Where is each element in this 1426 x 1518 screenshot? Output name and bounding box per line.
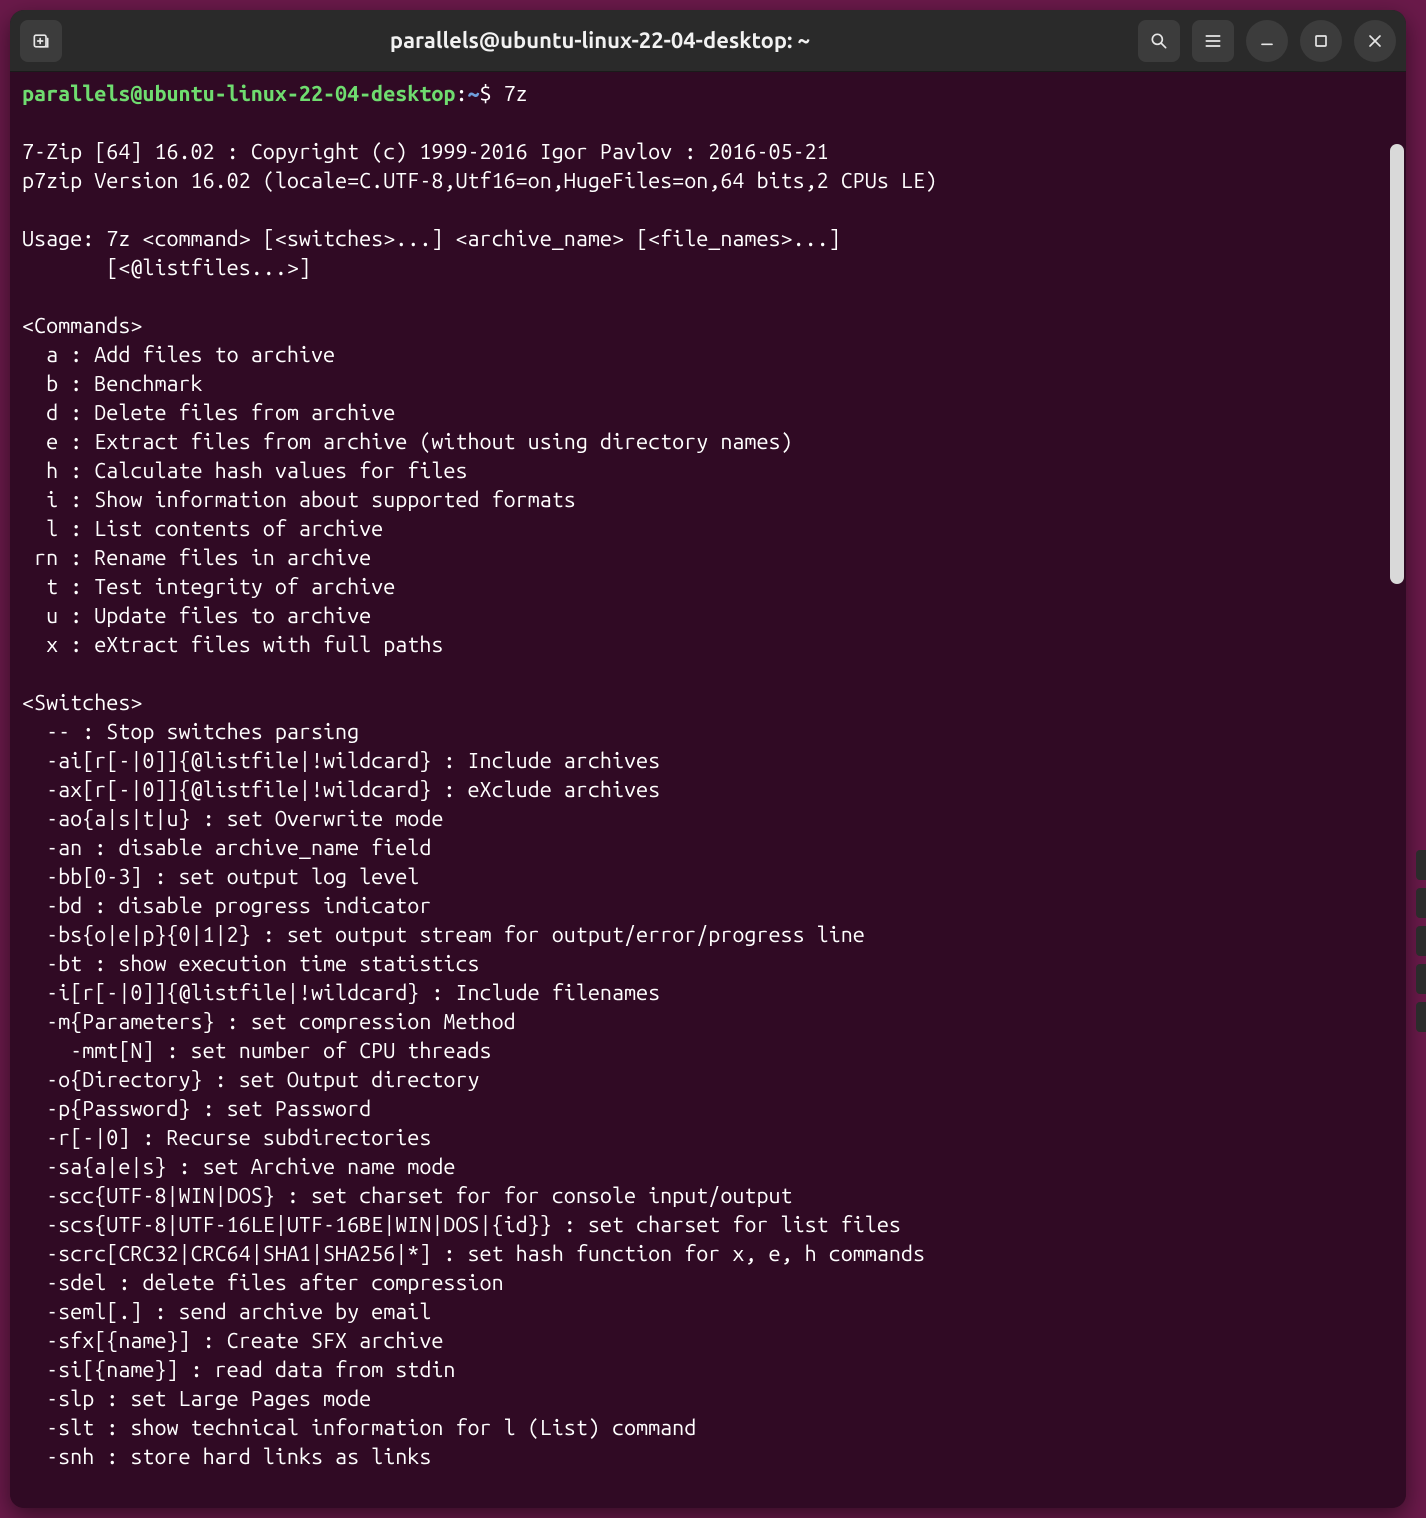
prompt-dollar: $: [480, 82, 492, 106]
search-icon: [1149, 31, 1169, 51]
maximize-icon: [1311, 31, 1331, 51]
terminal-window: parallels@ubuntu-linux-22-04-desktop: ~ …: [10, 10, 1406, 1508]
window-title: parallels@ubuntu-linux-22-04-desktop: ~: [70, 28, 1130, 53]
close-icon: [1365, 31, 1385, 51]
prompt-user-host: parallels@ubuntu-linux-22-04-desktop: [22, 82, 455, 106]
titlebar: parallels@ubuntu-linux-22-04-desktop: ~: [10, 10, 1406, 72]
switches-header: <Switches>: [22, 691, 142, 715]
switches-list: -- : Stop switches parsing -ai[r[-|0]]{@…: [22, 720, 925, 1469]
hamburger-icon: [1203, 31, 1223, 51]
maximize-button[interactable]: [1300, 20, 1342, 62]
prompt-path: ~: [468, 82, 480, 106]
minimize-button[interactable]: [1246, 20, 1288, 62]
prompt-command: 7z: [504, 82, 528, 106]
output-usage-1: Usage: 7z <command> [<switches>...] <arc…: [22, 227, 841, 251]
terminal-body[interactable]: parallels@ubuntu-linux-22-04-desktop:~$ …: [10, 72, 1406, 1508]
commands-header: <Commands>: [22, 314, 142, 338]
new-tab-icon: [31, 31, 51, 51]
menu-button[interactable]: [1192, 20, 1234, 62]
output-usage-2: [<@listfiles...>]: [22, 256, 311, 280]
close-button[interactable]: [1354, 20, 1396, 62]
scrollbar-thumb[interactable]: [1390, 144, 1404, 584]
minimize-icon: [1257, 31, 1277, 51]
commands-list: a : Add files to archive b : Benchmark d…: [22, 343, 793, 657]
new-tab-button[interactable]: [20, 20, 62, 62]
side-window-peek: [1416, 850, 1426, 1130]
output-header-1: 7-Zip [64] 16.02 : Copyright (c) 1999-20…: [22, 140, 829, 164]
search-button[interactable]: [1138, 20, 1180, 62]
prompt-colon: :: [455, 82, 467, 106]
output-header-2: p7zip Version 16.02 (locale=C.UTF-8,Utf1…: [22, 169, 937, 193]
